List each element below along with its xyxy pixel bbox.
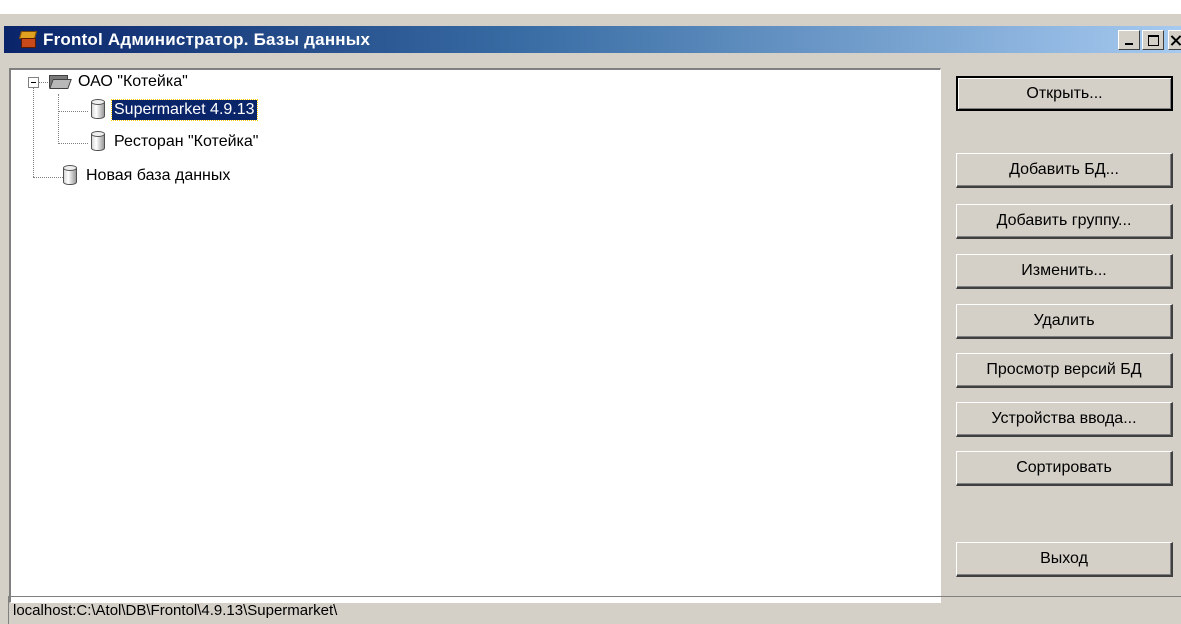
status-path: localhost:C:\Atol\DB\Frontol\4.9.13\Supe… (13, 602, 338, 619)
status-bar: localhost:C:\Atol\DB\Frontol\4.9.13\Supe… (8, 596, 1181, 624)
maximize-button[interactable] (1142, 30, 1164, 50)
tree-node-label: Ресторан "Котейка" (114, 133, 259, 150)
add-database-button[interactable]: Добавить БД... (956, 153, 1173, 188)
window-controls (1118, 30, 1181, 50)
database-icon (63, 165, 77, 187)
tree-node-group[interactable]: ОАО "Котейка" (48, 72, 190, 92)
view-versions-button[interactable]: Просмотр версий БД (956, 353, 1173, 388)
tree-node-label: ОАО "Котейка" (78, 73, 188, 90)
main-window: Frontol Администратор. Базы данных ОАО "… (0, 14, 1181, 624)
tree-connector (38, 82, 48, 83)
open-button[interactable]: Открыть... (956, 76, 1173, 111)
tree-node-label: Supermarket 4.9.13 (111, 99, 258, 121)
tree-connector (58, 94, 59, 144)
tree-node-database[interactable]: Supermarket 4.9.13 (91, 99, 258, 121)
add-group-button[interactable]: Добавить группу... (956, 204, 1173, 239)
tree-connector (58, 143, 88, 144)
sort-button[interactable]: Сортировать (956, 451, 1173, 486)
close-button[interactable] (1168, 30, 1181, 50)
tree-connector (33, 177, 63, 178)
tree-node-label: Новая база данных (86, 167, 231, 184)
collapse-toggle-icon[interactable] (28, 77, 39, 88)
tree-connector (58, 111, 88, 112)
tree-node-database[interactable]: Новая база данных (63, 165, 232, 187)
frontol-app-icon[interactable] (18, 30, 38, 50)
tree-connector (33, 87, 34, 177)
input-devices-button[interactable]: Устройства ввода... (956, 402, 1173, 437)
delete-button[interactable]: Удалить (956, 304, 1173, 339)
edit-button[interactable]: Изменить... (956, 254, 1173, 289)
exit-button[interactable]: Выход (956, 542, 1173, 577)
database-icon (91, 131, 105, 153)
database-icon (91, 99, 105, 121)
title-bar[interactable]: Frontol Администратор. Базы данных (4, 26, 1181, 53)
window-title: Frontol Администратор. Базы данных (43, 29, 371, 49)
folder-icon (48, 74, 72, 90)
minimize-button[interactable] (1118, 30, 1140, 50)
tree-node-database[interactable]: Ресторан "Котейка" (91, 131, 260, 153)
database-tree[interactable]: ОАО "Котейка" Supermarket 4.9.13 Рестора… (9, 68, 941, 603)
